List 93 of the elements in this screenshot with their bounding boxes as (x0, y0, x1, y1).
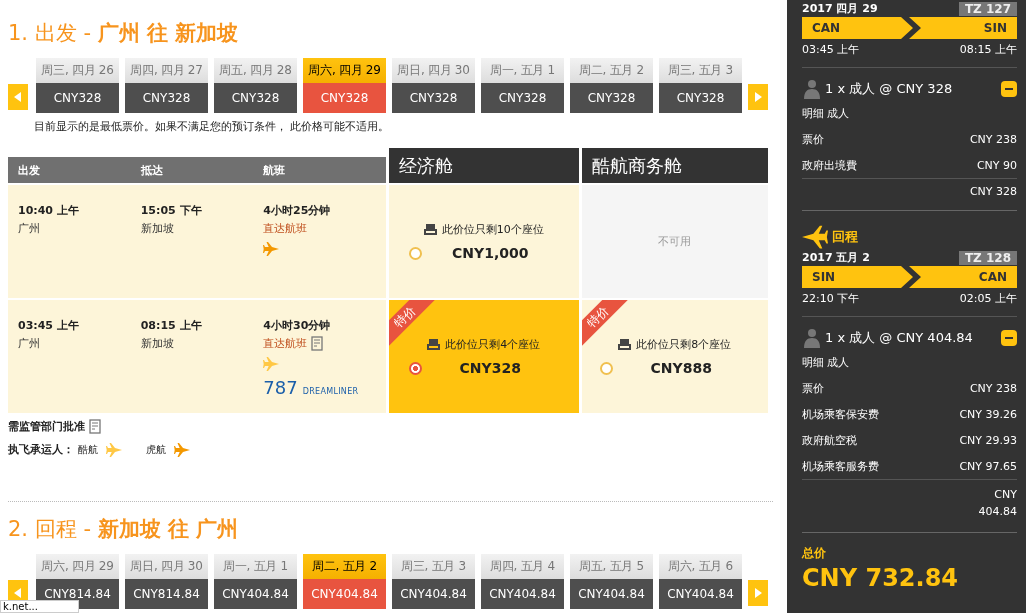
collapse-button[interactable] (1001, 81, 1017, 97)
total-price: CNY 732.84 (802, 564, 960, 592)
column-header: 出发 (18, 162, 41, 178)
caret-right-icon (754, 587, 762, 598)
duration: 4小时25分钟 (263, 203, 332, 218)
caret-left-icon (14, 91, 22, 102)
fare-radio[interactable] (408, 361, 422, 375)
passenger-fare: 1 x 成人 @ CNY 404.84 (825, 329, 974, 347)
column-header: 抵达 (140, 162, 164, 178)
total-label: 总价 (802, 545, 827, 562)
flight-type-link[interactable]: 直达航班 (263, 221, 308, 236)
carrier-name: 酷航 (78, 442, 98, 457)
arrive-time: 08:15 上午 (959, 42, 1017, 57)
plane-icon (106, 442, 122, 457)
section-heading: 1. 出发 - 广州 往 新加坡 (8, 20, 240, 46)
fare-price: CNY888 (649, 360, 713, 376)
minus-icon (1005, 337, 1013, 339)
person-icon (802, 328, 822, 348)
fee-label: 机场乘客保安费 (802, 406, 879, 422)
fee-label: 政府航空税 (802, 432, 857, 448)
subtotal: CNY 404.84 (977, 487, 1017, 520)
date-tab[interactable]: 周二, 五月 2 CNY404.84 (303, 554, 386, 609)
document-icon (89, 419, 101, 434)
duration: 4小时30分钟 (263, 318, 332, 333)
plane-icon (174, 442, 190, 457)
arrive-time: 08:15 上午 (140, 318, 203, 333)
fare-radio[interactable] (599, 361, 613, 375)
flight-number-badge: TZ 127 (958, 1, 1017, 16)
fee-label: 票价 (802, 380, 824, 396)
next-dates-button[interactable] (748, 83, 768, 110)
seat-icon (618, 339, 632, 350)
cabin-header: 经济舱 (389, 148, 579, 183)
fare-price: CNY1,000 (451, 245, 530, 261)
collapse-button[interactable] (1001, 330, 1017, 346)
fare-cell[interactable]: 此价位只剩10个座位 CNY1,000 (389, 185, 579, 298)
leg-heading: 回程 (832, 228, 858, 246)
unavailable-label: 不可用 (658, 234, 692, 249)
plane-icon (802, 225, 828, 249)
arrive-city: 新加坡 (140, 221, 175, 236)
depart-time: 03:45 上午 (802, 42, 860, 57)
date-tab[interactable]: 周六, 四月 29 CNY328 (303, 58, 386, 113)
status-tooltip: k.net... (0, 600, 79, 613)
subtotal: CNY 328 (969, 185, 1017, 198)
fee-amount: CNY 39.26 (959, 407, 1017, 421)
depart-time: 03:45 上午 (18, 318, 80, 333)
fare-price: CNY328 (458, 360, 522, 376)
carrier-name: 虎航 (146, 442, 166, 457)
fee-amount: CNY 90 (976, 158, 1017, 172)
caret-left-icon (14, 587, 22, 598)
seat-icon (423, 224, 437, 235)
route-bar: SIN CAN (802, 266, 1017, 288)
passenger-fare: 1 x 成人 @ CNY 328 (825, 80, 954, 98)
approval-note: 需监管部门批准 (8, 419, 85, 434)
arrive-time: 02:05 上午 (959, 291, 1017, 306)
fee-amount: CNY 238 (969, 381, 1017, 395)
fee-label: 票价 (802, 131, 824, 147)
depart-city: 广州 (18, 221, 41, 236)
depart-time: 10:40 上午 (18, 203, 80, 218)
next-dates-button[interactable] (748, 579, 768, 606)
person-icon (802, 79, 822, 99)
depart-time: 22:10 下午 (802, 291, 860, 306)
flight-type-link[interactable]: 直达航班 (263, 336, 308, 351)
seats-left: 此价位只剩8个座位 (636, 337, 732, 352)
price-note: 目前显示的是最低票价。如果不满足您的预订条件， 此价格可能不适用。 (34, 119, 391, 134)
cabin-header: 酷航商务舱 (581, 148, 768, 183)
fee-amount: CNY 29.93 (959, 433, 1017, 447)
arrive-time: 15:05 下午 (140, 203, 203, 218)
carriers-label: 执飞承运人： (8, 442, 74, 457)
section-heading: 2. 回程 - 新加坡 往 广州 (8, 516, 240, 542)
fare-cell[interactable]: 特价 此价位只剩4个座位 CNY328 (389, 300, 579, 413)
fee-amount: CNY 238 (969, 132, 1017, 146)
plane-icon (263, 357, 280, 371)
minus-icon (1005, 88, 1013, 90)
seats-left: 此价位只剩4个座位 (445, 337, 541, 352)
arrive-city: 新加坡 (140, 336, 175, 351)
flight-number-badge: TZ 128 (958, 250, 1017, 265)
seat-icon (427, 339, 441, 350)
route-bar: CAN SIN (802, 17, 1017, 39)
leg-date: 2017 四月 29 (802, 1, 878, 16)
column-header: 航班 (263, 162, 287, 178)
plane-icon (263, 242, 280, 256)
leg-date: 2017 五月 2 (802, 250, 870, 265)
seats-left: 此价位只剩10个座位 (441, 222, 544, 237)
caret-right-icon (754, 91, 762, 102)
fee-amount: CNY 97.65 (959, 459, 1017, 473)
fee-label: 机场乘客服务费 (802, 458, 879, 474)
breakdown-title: 明细 成人 (802, 354, 850, 370)
breakdown-title: 明细 成人 (802, 105, 850, 121)
depart-city: 广州 (18, 336, 41, 351)
fee-label: 政府出境費 (802, 157, 857, 173)
fare-cell[interactable]: 特价 此价位只剩8个座位 CNY888 (581, 300, 768, 413)
fare-radio[interactable] (408, 246, 422, 260)
aircraft-logo: 787 DREAMLINER (263, 377, 360, 398)
